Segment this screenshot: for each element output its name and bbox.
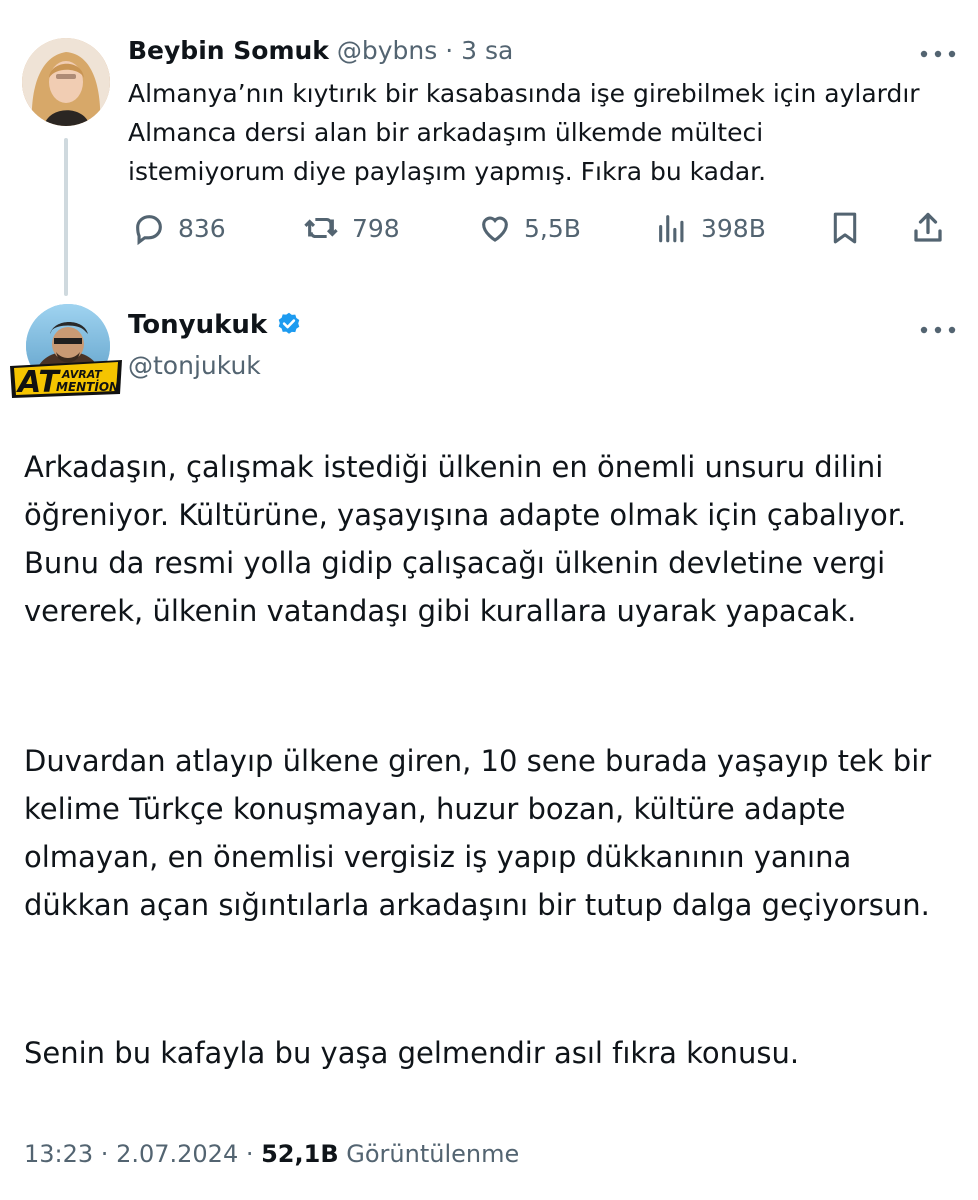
- separator: ·: [445, 36, 454, 65]
- retweet-icon: [304, 217, 338, 239]
- reply-count: 836: [178, 213, 226, 243]
- more-options-icon[interactable]: [918, 322, 958, 336]
- tweet-paragraph: Duvardan atlayıp ülkene giren, 10 sene b…: [24, 737, 954, 929]
- display-name[interactable]: Beybin Somuk: [128, 36, 329, 65]
- retweet-count: 798: [352, 213, 400, 243]
- post-date[interactable]: 2.07.2024: [116, 1140, 238, 1168]
- views-count: 52,1B: [261, 1140, 339, 1168]
- retweet-button[interactable]: 798: [302, 206, 400, 250]
- separator: ·: [93, 1140, 117, 1168]
- verified-badge-icon: [278, 312, 300, 334]
- like-count: 5,5B: [524, 213, 581, 243]
- paragraph-1-text: Arkadaşın, çalışmak istediği ülkenin en …: [24, 450, 907, 628]
- avatar-tonyukuk[interactable]: AT AVRAT MENTİON: [8, 304, 124, 400]
- views-button[interactable]: 398B: [655, 206, 766, 250]
- bookmark-icon: [833, 212, 857, 244]
- avatar-photo: [22, 38, 110, 126]
- handle[interactable]: @bybns: [337, 36, 437, 65]
- share-button[interactable]: [910, 206, 946, 250]
- reply-icon: [136, 215, 162, 245]
- timestamp[interactable]: 3 sa: [461, 36, 513, 65]
- views-count: 398B: [701, 213, 766, 243]
- tweet-paragraph: Senin bu kafayla bu yaşa gelmendir asıl …: [24, 1029, 954, 1077]
- badge-at-text: AT: [16, 365, 61, 400]
- post-time[interactable]: 13:23: [24, 1140, 93, 1168]
- parent-tweet-text: Almanya’nın kıytırık bir kasabasında işe…: [128, 79, 920, 186]
- analytics-icon: [659, 215, 684, 243]
- share-icon: [914, 212, 942, 242]
- parent-tweet-header: Beybin Somuk @bybns · 3 sa: [128, 36, 513, 65]
- more-options-icon[interactable]: [918, 46, 958, 60]
- avatar-beybin-somuk[interactable]: [22, 38, 110, 126]
- badge-mention-text: MENTİON: [56, 379, 119, 394]
- paragraph-3-text: Senin bu kafayla bu yaşa gelmendir asıl …: [24, 1036, 800, 1070]
- like-button[interactable]: 5,5B: [478, 206, 581, 250]
- separator: ·: [238, 1140, 262, 1168]
- avatar-illustration: AT AVRAT MENTİON: [10, 304, 122, 400]
- thread-connector-line: [64, 138, 68, 296]
- display-name[interactable]: Tonyukuk: [128, 310, 267, 340]
- tweet-paragraph: Arkadaşın, çalışmak istediği ülkenin en …: [24, 443, 954, 635]
- heart-icon: [482, 216, 508, 242]
- main-tweet-author[interactable]: Tonyukuk: [128, 310, 303, 340]
- handle[interactable]: @tonjukuk: [128, 351, 261, 380]
- views-label: Görüntülenme: [346, 1140, 520, 1168]
- reply-button[interactable]: 836: [132, 206, 226, 250]
- paragraph-2-text: Duvardan atlayıp ülkene giren, 10 sene b…: [24, 744, 932, 922]
- bookmark-button[interactable]: [828, 206, 862, 250]
- tweet-footer-meta: 13:23 · 2.07.2024 · 52,1B Görüntülenme: [24, 1140, 519, 1168]
